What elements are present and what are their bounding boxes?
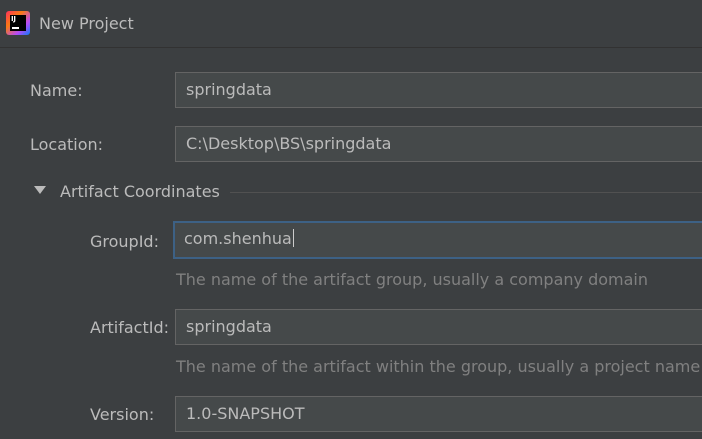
location-value: C:\Desktop\BS\springdata <box>186 134 392 153</box>
version-input[interactable]: 1.0-SNAPSHOT <box>175 396 702 432</box>
collapse-triangle-icon[interactable] <box>34 186 46 194</box>
artifact-coordinates-label: Artifact Coordinates <box>60 182 220 201</box>
name-label: Name: <box>30 81 83 100</box>
section-separator <box>230 192 702 193</box>
location-label: Location: <box>30 135 104 154</box>
title-bar: IJ New Project <box>0 0 702 48</box>
artifact-id-input[interactable]: springdata <box>175 309 702 345</box>
name-value: springdata <box>186 80 272 99</box>
name-input[interactable]: springdata <box>175 72 702 108</box>
intellij-idea-icon: IJ <box>6 11 30 35</box>
location-input[interactable]: C:\Desktop\BS\springdata <box>175 126 702 162</box>
text-caret <box>292 229 294 247</box>
artifact-coordinates-section[interactable]: Artifact Coordinates <box>34 180 702 204</box>
artifact-id-value: springdata <box>186 317 272 336</box>
group-id-value: com.shenhua <box>184 229 292 248</box>
group-id-hint: The name of the artifact group, usually … <box>176 270 648 289</box>
version-value: 1.0-SNAPSHOT <box>186 404 305 423</box>
window-title: New Project <box>39 14 134 33</box>
artifact-id-hint: The name of the artifact within the grou… <box>176 357 701 376</box>
group-id-label: GroupId: <box>90 232 159 251</box>
version-label: Version: <box>90 405 155 424</box>
artifact-id-label: ArtifactId: <box>90 318 170 337</box>
group-id-input[interactable]: com.shenhua <box>173 221 702 259</box>
